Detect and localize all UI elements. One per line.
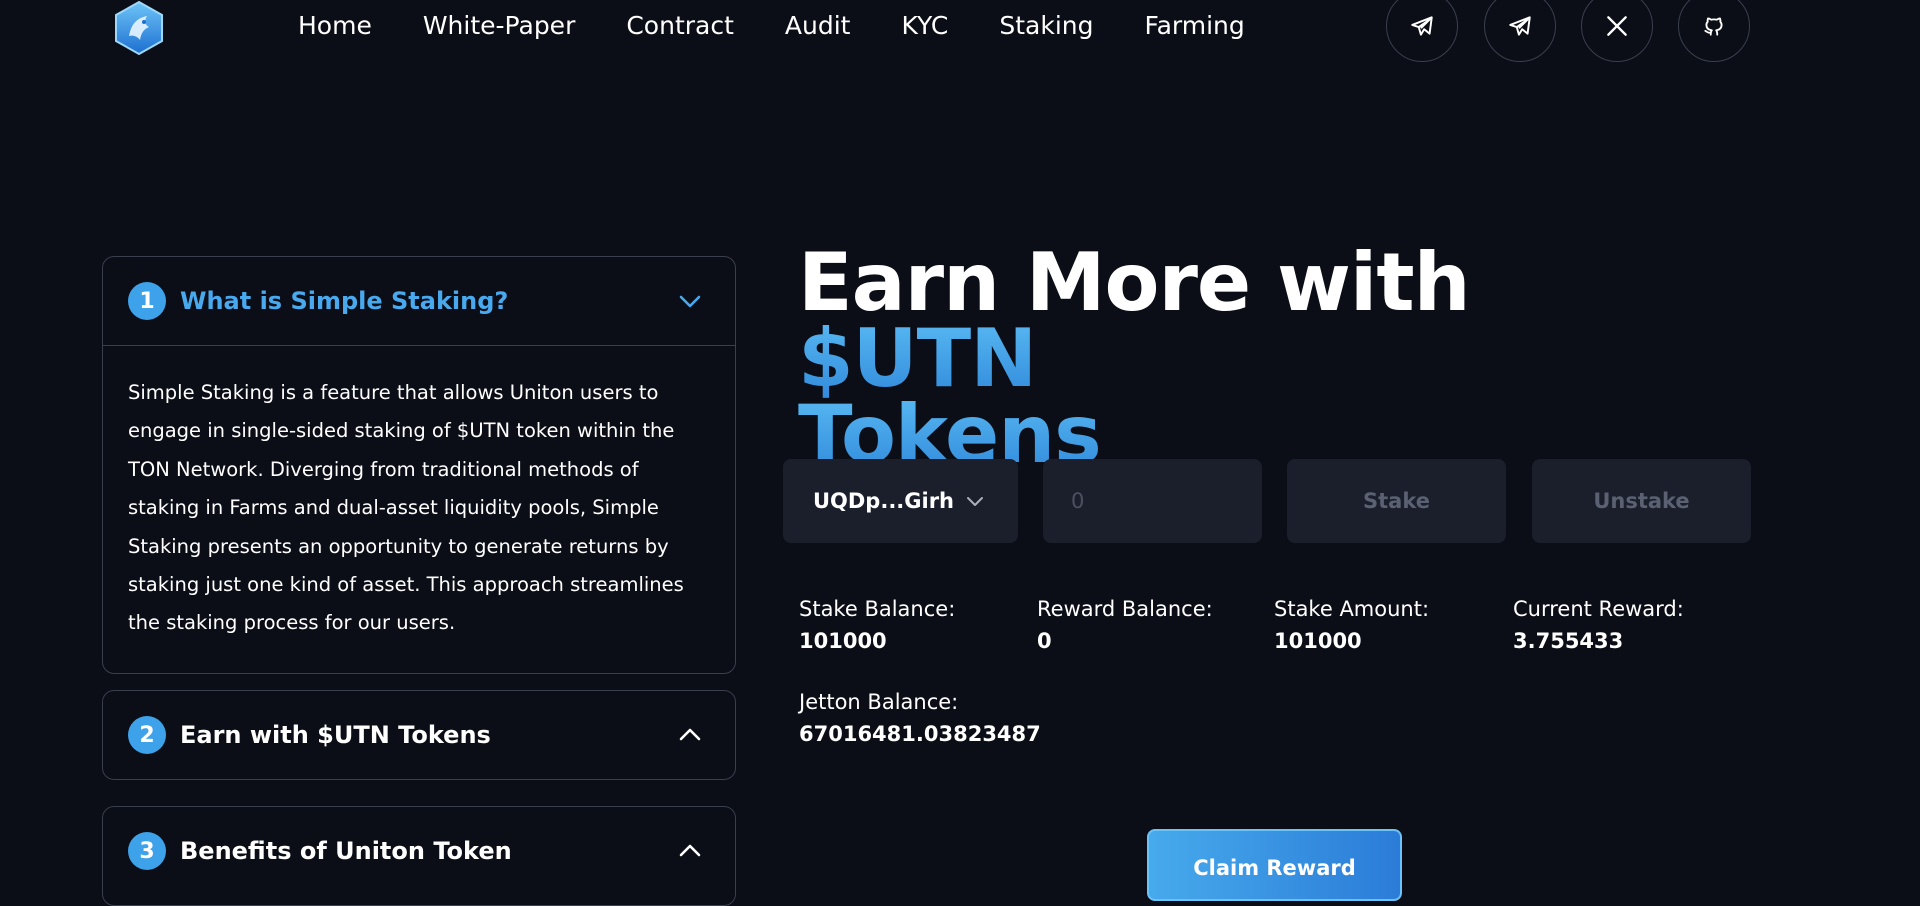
stat-stake-amount: Stake Amount: 101000 (1274, 593, 1504, 657)
stat-label: Jetton Balance: (799, 690, 959, 714)
faq-header-earn-utn[interactable]: 2 Earn with $UTN Tokens (103, 691, 735, 779)
hero-title: Earn More with $UTN Tokens (798, 243, 1698, 475)
chevron-up-icon[interactable] (675, 720, 705, 750)
faq-title: Benefits of Uniton Token (180, 837, 512, 865)
stat-stake-balance: Stake Balance: 101000 (799, 593, 1029, 657)
nav-link-farming[interactable]: Farming (1144, 8, 1244, 44)
faq-answer: Simple Staking is a feature that allows … (128, 381, 684, 635)
faq-header-simple-staking[interactable]: 1 What is Simple Staking? (103, 257, 735, 345)
nav-link-contract[interactable]: Contract (626, 8, 734, 44)
telegram-button[interactable] (1386, 0, 1458, 62)
wallet-dropdown[interactable]: UQDp...Girh (783, 459, 1018, 543)
stat-value: 3.755433 (1513, 629, 1624, 653)
telegram-channel-button[interactable] (1484, 0, 1556, 62)
github-icon (1704, 17, 1723, 36)
stake-amount-input[interactable] (1069, 488, 1239, 514)
chevron-down-icon[interactable] (675, 286, 705, 316)
stake-button[interactable]: Stake (1287, 459, 1506, 543)
stat-label: Current Reward: (1513, 597, 1684, 621)
chevron-down-icon (967, 497, 984, 506)
telegram-icon (1509, 16, 1531, 36)
stake-amount-field[interactable] (1043, 459, 1262, 543)
faq-number-badge: 1 (128, 282, 166, 320)
nav-link-audit[interactable]: Audit (785, 8, 851, 44)
stat-reward-balance: Reward Balance: 0 (1037, 593, 1267, 657)
stat-current-reward: Current Reward: 3.755433 (1513, 593, 1743, 657)
faq-title: What is Simple Staking? (180, 287, 509, 315)
faq-number-badge: 3 (128, 832, 166, 870)
faq-item-earn-utn: 2 Earn with $UTN Tokens (102, 690, 736, 780)
faq-header-benefits[interactable]: 3 Benefits of Uniton Token (103, 807, 735, 895)
stat-value: 0 (1037, 629, 1052, 653)
nav-link-kyc[interactable]: KYC (901, 8, 948, 44)
telegram-icon (1411, 16, 1433, 36)
stat-label: Stake Balance: (799, 597, 956, 621)
stat-label: Stake Amount: (1274, 597, 1430, 621)
wallet-address: UQDp...Girh (812, 489, 955, 513)
faq-title: Earn with $UTN Tokens (180, 721, 491, 749)
unstake-button[interactable]: Unstake (1532, 459, 1751, 543)
chevron-up-icon[interactable] (675, 836, 705, 866)
nav-link-white-paper[interactable]: White-Paper (423, 8, 576, 44)
top-navigation: Home White-Paper Contract Audit KYC Stak… (0, 0, 1920, 62)
stat-value: 67016481.03823487 (799, 722, 1041, 746)
x-button[interactable] (1581, 0, 1653, 62)
faq-number-badge: 2 (128, 716, 166, 754)
faq-item-simple-staking: 1 What is Simple Staking? Simple Staking… (102, 256, 736, 674)
nav-link-staking[interactable]: Staking (999, 8, 1093, 44)
uniton-logo-icon[interactable] (111, 0, 167, 56)
claim-reward-button[interactable]: Claim Reward (1147, 829, 1402, 901)
faq-item-benefits: 3 Benefits of Uniton Token (102, 806, 736, 906)
stat-value: 101000 (1274, 629, 1362, 653)
stat-label: Reward Balance: (1037, 597, 1213, 621)
main-menu: Home White-Paper Contract Audit KYC Stak… (298, 8, 1296, 44)
x-icon (1607, 16, 1627, 36)
nav-link-home[interactable]: Home (298, 8, 372, 44)
github-button[interactable] (1678, 0, 1750, 62)
stat-jetton-balance: Jetton Balance: 67016481.03823487 (799, 686, 1099, 750)
stat-value: 101000 (799, 629, 887, 653)
